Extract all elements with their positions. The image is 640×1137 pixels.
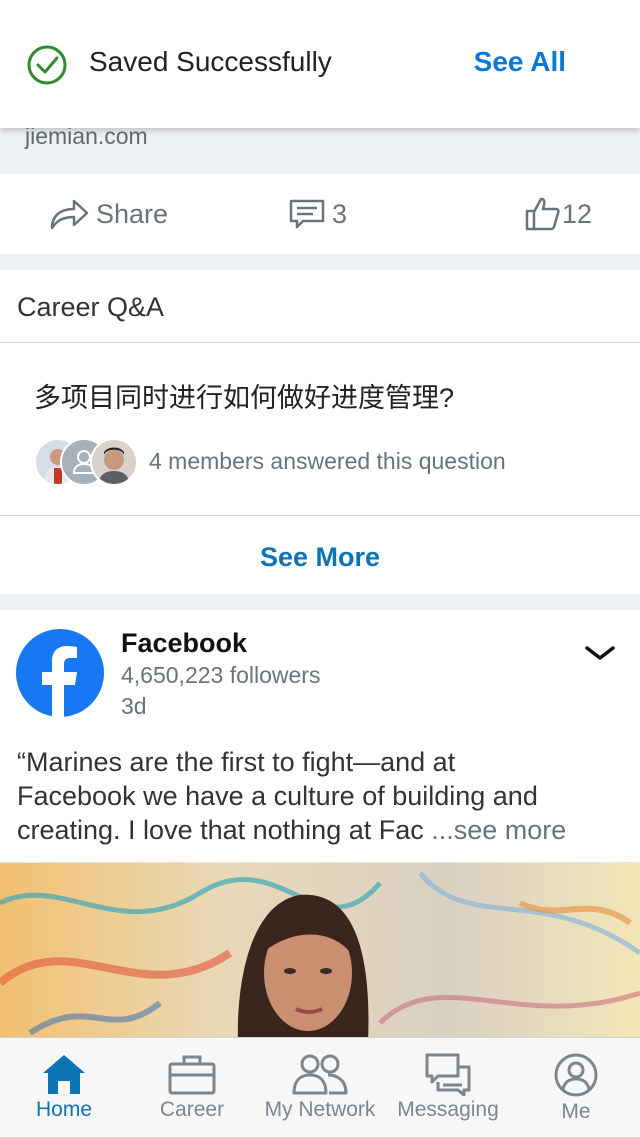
see-all-button[interactable]: See All [474, 46, 566, 78]
post-image[interactable] [0, 862, 640, 1043]
company-name[interactable]: Facebook [121, 628, 247, 659]
tab-label: Home [35, 1098, 93, 1121]
tab-my-network[interactable]: My Network [260, 1038, 380, 1137]
post-text: “Marines are the first to fight—and at F… [17, 745, 623, 847]
divider [0, 515, 640, 516]
see-more-link[interactable]: ...see more [431, 815, 566, 845]
briefcase-icon [168, 1055, 216, 1095]
tab-messaging[interactable]: Messaging [392, 1038, 504, 1137]
home-icon [43, 1055, 85, 1094]
messaging-icon [425, 1053, 471, 1096]
post-text-line: creating. I love that nothing at Fac [17, 815, 432, 845]
like-button[interactable]: 12 [525, 174, 592, 254]
qa-question[interactable]: 多项目同时进行如何做好进度管理? [34, 376, 454, 415]
comments-button[interactable]: 3 [289, 174, 347, 254]
tab-label: My Network [264, 1098, 376, 1121]
saved-toast: Saved Successfully See All [0, 0, 640, 128]
chevron-down-icon[interactable] [584, 644, 616, 662]
answerer-avatars [34, 438, 139, 486]
facebook-logo-icon[interactable] [16, 629, 104, 717]
share-icon [50, 199, 89, 230]
see-more-button[interactable]: See More [0, 542, 640, 573]
divider [0, 342, 640, 343]
tab-label: Messaging [397, 1098, 499, 1121]
career-qa-card: Career Q&A 多项目同时进行如何做好进度管理? 4 members an… [0, 270, 640, 594]
comments-count: 3 [332, 198, 348, 229]
tab-home[interactable]: Home [22, 1038, 106, 1137]
bottom-tab-bar: Home Career My Network Messaging Me [0, 1037, 640, 1137]
share-label: Share [96, 198, 169, 229]
tab-me[interactable]: Me [534, 1038, 618, 1137]
post-age: 3d [121, 693, 147, 719]
thumbs-up-icon [525, 197, 560, 231]
tab-label: Career [159, 1098, 225, 1121]
tab-career[interactable]: Career [150, 1038, 234, 1137]
post-actions-bar: Share 3 12 [0, 174, 640, 254]
toast-message: Saved Successfully [89, 46, 332, 77]
profile-icon [554, 1053, 598, 1097]
answered-count-text: 4 members answered this question [149, 448, 506, 474]
tab-label: Me [561, 1100, 591, 1123]
career-qa-heading: Career Q&A [17, 292, 165, 322]
comment-icon [289, 199, 325, 229]
check-circle-icon [27, 45, 67, 85]
follower-count: 4,650,223 followers [121, 662, 321, 688]
share-button[interactable]: Share [48, 174, 168, 254]
network-icon [292, 1054, 348, 1095]
post-text-line: “Marines are the first to fight—and at [17, 747, 456, 777]
likes-count: 12 [562, 198, 593, 229]
avatar [90, 438, 138, 486]
post-text-line: Facebook we have a culture of building a… [17, 781, 538, 811]
